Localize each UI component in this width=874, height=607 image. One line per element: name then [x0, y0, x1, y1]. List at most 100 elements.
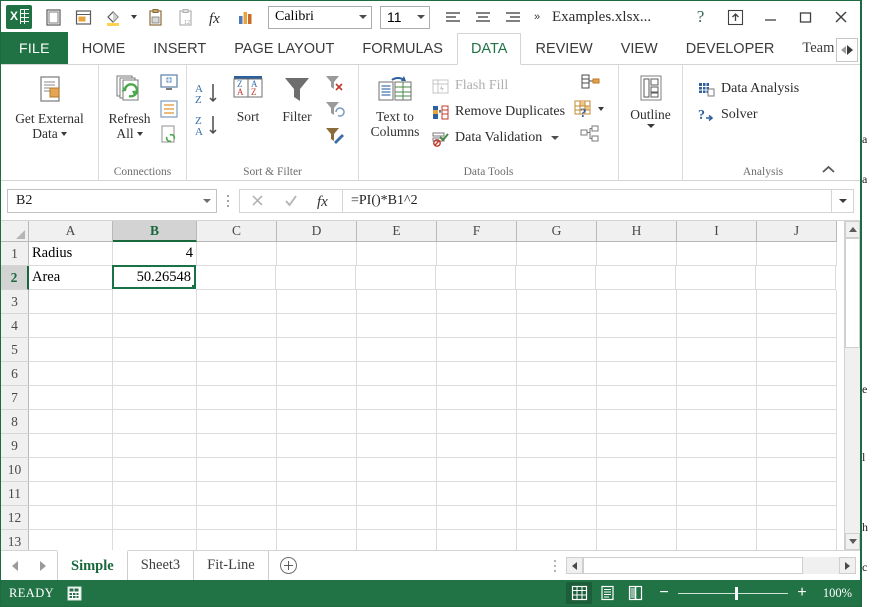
- page-layout-view-button[interactable]: [594, 582, 620, 604]
- add-sheet-button[interactable]: [269, 551, 309, 580]
- cell-d12[interactable]: [277, 506, 357, 530]
- minimize-icon[interactable]: [753, 2, 788, 32]
- cell-i7[interactable]: [677, 386, 757, 410]
- column-header-f[interactable]: F: [437, 221, 517, 242]
- cell-i2[interactable]: [676, 266, 756, 290]
- cell-f11[interactable]: [437, 482, 517, 506]
- cell-d11[interactable]: [277, 482, 357, 506]
- cell-a5[interactable]: [29, 338, 113, 362]
- cell-e6[interactable]: [357, 362, 437, 386]
- font-name-box[interactable]: Calibri: [268, 5, 372, 29]
- cell-f6[interactable]: [437, 362, 517, 386]
- scroll-left-button[interactable]: [566, 557, 583, 574]
- data-analysis-button[interactable]: Data Analysis: [693, 76, 803, 102]
- row-header-9[interactable]: 9: [1, 434, 29, 458]
- advanced-filter-button[interactable]: [321, 122, 347, 148]
- row-header-5[interactable]: 5: [1, 338, 29, 362]
- cell-a2[interactable]: Area: [29, 266, 113, 290]
- cell-d10[interactable]: [277, 458, 357, 482]
- column-header-j[interactable]: J: [757, 221, 837, 242]
- cell-c2[interactable]: [196, 266, 276, 290]
- align-right-icon[interactable]: [498, 4, 528, 30]
- edit-links-icon[interactable]: [156, 122, 182, 148]
- cell-a12[interactable]: [29, 506, 113, 530]
- tab-scroll-buttons[interactable]: [836, 38, 858, 62]
- cell-e11[interactable]: [357, 482, 437, 506]
- cell-c9[interactable]: [197, 434, 277, 458]
- column-header-i[interactable]: I: [677, 221, 757, 242]
- cell-j3[interactable]: [757, 290, 837, 314]
- cell-d1[interactable]: [277, 242, 357, 266]
- scroll-up-button[interactable]: [845, 221, 860, 238]
- sheet-tab-sheet3[interactable]: Sheet3: [128, 551, 195, 580]
- cell-h9[interactable]: [597, 434, 677, 458]
- cell-a4[interactable]: [29, 314, 113, 338]
- cell-e5[interactable]: [357, 338, 437, 362]
- scroll-right-button[interactable]: [839, 557, 856, 574]
- cell-e8[interactable]: [357, 410, 437, 434]
- sort-ascending-button[interactable]: AZ: [191, 78, 223, 110]
- flash-fill-button[interactable]: Flash Fill: [427, 73, 569, 99]
- fill-color-icon[interactable]: [98, 4, 128, 30]
- cell-a11[interactable]: [29, 482, 113, 506]
- cell-e7[interactable]: [357, 386, 437, 410]
- cell-c5[interactable]: [197, 338, 277, 362]
- cell-j12[interactable]: [757, 506, 837, 530]
- cell-j9[interactable]: [757, 434, 837, 458]
- cell-h13[interactable]: [597, 530, 677, 550]
- cell-i10[interactable]: [677, 458, 757, 482]
- cell-j4[interactable]: [757, 314, 837, 338]
- cell-a9[interactable]: [29, 434, 113, 458]
- cell-j8[interactable]: [757, 410, 837, 434]
- cell-i13[interactable]: [677, 530, 757, 550]
- data-validation-button[interactable]: Data Validation: [427, 125, 569, 151]
- page-break-preview-button[interactable]: [622, 582, 648, 604]
- remove-duplicates-button[interactable]: Remove Duplicates: [427, 99, 569, 125]
- tab-scroll-right-icon[interactable]: [847, 45, 853, 55]
- cell-h11[interactable]: [597, 482, 677, 506]
- cell-h1[interactable]: [597, 242, 677, 266]
- insert-chart-icon[interactable]: [230, 4, 260, 30]
- column-header-g[interactable]: G: [517, 221, 597, 242]
- insert-function-fx-icon[interactable]: fx: [308, 189, 342, 213]
- cell-b3[interactable]: [113, 290, 197, 314]
- cell-h2[interactable]: [596, 266, 676, 290]
- data-validation-dropdown-icon[interactable]: [547, 136, 563, 140]
- reapply-filter-button[interactable]: [321, 96, 347, 122]
- row-header-3[interactable]: 3: [1, 290, 29, 314]
- relationships-icon[interactable]: [577, 122, 603, 148]
- cell-j6[interactable]: [757, 362, 837, 386]
- cell-c11[interactable]: [197, 482, 277, 506]
- consolidate-icon[interactable]: [577, 70, 603, 96]
- cell-d8[interactable]: [277, 410, 357, 434]
- connections-icon[interactable]: [156, 70, 182, 96]
- column-header-b[interactable]: B: [113, 221, 197, 242]
- cell-h4[interactable]: [597, 314, 677, 338]
- cell-e12[interactable]: [357, 506, 437, 530]
- cell-g7[interactable]: [517, 386, 597, 410]
- column-header-a[interactable]: A: [29, 221, 113, 242]
- cell-d4[interactable]: [277, 314, 357, 338]
- last-sheet-arrow-icon[interactable]: [33, 555, 53, 577]
- cell-b8[interactable]: [113, 410, 197, 434]
- cell-b2[interactable]: 50.26548: [112, 265, 196, 289]
- vertical-scroll-thumb[interactable]: [845, 238, 860, 348]
- cell-g2[interactable]: [516, 266, 596, 290]
- align-center-icon[interactable]: [468, 4, 498, 30]
- confirm-check-icon[interactable]: [274, 189, 308, 213]
- tab-developer[interactable]: DEVELOPER: [672, 32, 789, 64]
- cell-d2[interactable]: [276, 266, 356, 290]
- paste-icon[interactable]: [140, 4, 170, 30]
- cell-i3[interactable]: [677, 290, 757, 314]
- cell-b11[interactable]: [113, 482, 197, 506]
- cell-f13[interactable]: [437, 530, 517, 550]
- cell-a7[interactable]: [29, 386, 113, 410]
- cell-e10[interactable]: [357, 458, 437, 482]
- insert-function-icon[interactable]: fx: [200, 4, 230, 30]
- cell-b13[interactable]: [113, 530, 197, 550]
- cancel-icon[interactable]: [240, 189, 274, 213]
- properties-icon[interactable]: [156, 96, 182, 122]
- cell-b10[interactable]: [113, 458, 197, 482]
- cell-g4[interactable]: [517, 314, 597, 338]
- vertical-scroll-track[interactable]: [845, 348, 860, 533]
